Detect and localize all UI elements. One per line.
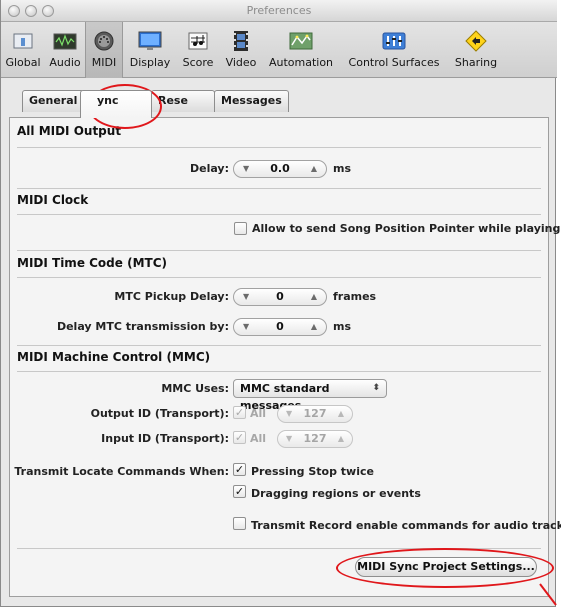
increment-arrow-icon[interactable]: ▲	[311, 319, 317, 335]
toolbar-item-score[interactable]: Score	[176, 22, 220, 78]
audio-icon	[53, 30, 77, 52]
toolbar-item-automation[interactable]: Automation	[262, 22, 340, 78]
mtc-transmission-delay-stepper[interactable]: ▼ 0 ▲	[233, 318, 327, 336]
delay-unit: ms	[333, 162, 352, 175]
automation-icon	[289, 30, 313, 52]
stop-twice-label: Pressing Stop twice	[251, 465, 374, 478]
toolbar-item-global[interactable]: Global	[1, 22, 45, 78]
sharing-icon	[464, 30, 488, 52]
divider	[17, 188, 541, 189]
input-id-stepper[interactable]: ▼ 127 ▲	[277, 430, 353, 448]
output-all-checkbox[interactable]: ✓	[233, 406, 246, 419]
input-id-label: Input ID (Transport):	[101, 432, 229, 445]
section-mtc: MIDI Time Code (MTC)	[17, 256, 167, 270]
mtc-pickup-delay-stepper[interactable]: ▼ 0 ▲	[233, 288, 327, 306]
midi-sync-project-settings-button[interactable]: MIDI Sync Project Settings...	[355, 557, 537, 577]
input-all-checkbox[interactable]: ✓	[233, 431, 246, 444]
record-enable-label: Transmit Record enable commands for audi…	[251, 519, 561, 532]
spp-checkbox[interactable]	[234, 222, 247, 235]
output-id-label: Output ID (Transport):	[90, 407, 229, 420]
section-all-midi-output: All MIDI Output	[17, 124, 122, 138]
increment-arrow-icon[interactable]: ▲	[338, 431, 344, 447]
display-icon	[138, 30, 162, 52]
mmc-uses-popup[interactable]: MMC standard messages ⬍	[233, 379, 387, 412]
divider	[17, 147, 541, 148]
section-midi-clock: MIDI Clock	[17, 193, 89, 207]
decrement-arrow-icon[interactable]: ▼	[243, 319, 249, 335]
stop-twice-checkbox[interactable]: ✓	[233, 463, 246, 476]
output-all-label: All	[250, 407, 267, 420]
decrement-arrow-icon[interactable]: ▼	[286, 406, 292, 422]
preferences-window: Preferences Global Audio MIDI Display Sc…	[0, 0, 561, 607]
decrement-arrow-icon[interactable]: ▼	[243, 289, 249, 305]
divider	[17, 214, 541, 215]
spp-label: Allow to send Song Position Pointer whil…	[252, 222, 561, 235]
global-icon	[11, 30, 35, 52]
dragging-label: Dragging regions or events	[251, 487, 421, 500]
toolbar-item-sharing[interactable]: Sharing	[448, 22, 504, 78]
score-icon	[186, 30, 210, 52]
input-all-label: All	[250, 432, 267, 445]
toolbar: Global Audio MIDI Display Score Video Au…	[1, 22, 557, 78]
tab-messages[interactable]: Messages	[214, 90, 289, 112]
mmc-uses-label: MMC Uses:	[161, 382, 229, 395]
toolbar-item-midi[interactable]: MIDI	[85, 22, 123, 78]
increment-arrow-icon[interactable]: ▲	[338, 406, 344, 422]
midi-icon	[92, 30, 116, 52]
output-id-stepper[interactable]: ▼ 127 ▲	[277, 405, 353, 423]
title-bar: Preferences	[1, 0, 557, 22]
increment-arrow-icon[interactable]: ▲	[311, 161, 317, 177]
control-surfaces-icon	[382, 30, 406, 52]
toolbar-item-display[interactable]: Display	[124, 22, 176, 78]
transmit-locate-label: Transmit Locate Commands When:	[14, 465, 229, 478]
decrement-arrow-icon[interactable]: ▼	[286, 431, 292, 447]
divider	[17, 345, 541, 346]
toolbar-item-video[interactable]: Video	[220, 22, 262, 78]
chevron-updown-icon: ⬍	[372, 383, 380, 393]
divider	[17, 371, 541, 372]
decrement-arrow-icon[interactable]: ▼	[243, 161, 249, 177]
section-mmc: MIDI Machine Control (MMC)	[17, 350, 211, 364]
divider	[17, 250, 541, 251]
tab-general[interactable]: General	[22, 90, 85, 112]
video-icon	[229, 30, 253, 52]
divider	[17, 277, 541, 278]
record-enable-checkbox[interactable]	[233, 517, 246, 530]
pickup-unit: frames	[333, 290, 377, 303]
toolbar-item-control-surfaces[interactable]: Control Surfaces	[340, 22, 448, 78]
divider	[17, 548, 541, 549]
delay-mtc-transmission-label: Delay MTC transmission by:	[56, 320, 229, 333]
dragging-checkbox[interactable]: ✓	[233, 485, 246, 498]
delay-label: Delay:	[189, 162, 229, 175]
tab-sync[interactable]: ync	[80, 90, 152, 118]
mtc-pickup-delay-label: MTC Pickup Delay:	[114, 290, 229, 303]
window-title: Preferences	[246, 4, 312, 17]
mtc-delay-unit: ms	[333, 320, 352, 333]
delay-stepper[interactable]: ▼ 0.0 ▲	[233, 160, 327, 178]
toolbar-item-audio[interactable]: Audio	[45, 22, 85, 78]
tab-reset[interactable]: Rese	[151, 90, 215, 112]
increment-arrow-icon[interactable]: ▲	[311, 289, 317, 305]
